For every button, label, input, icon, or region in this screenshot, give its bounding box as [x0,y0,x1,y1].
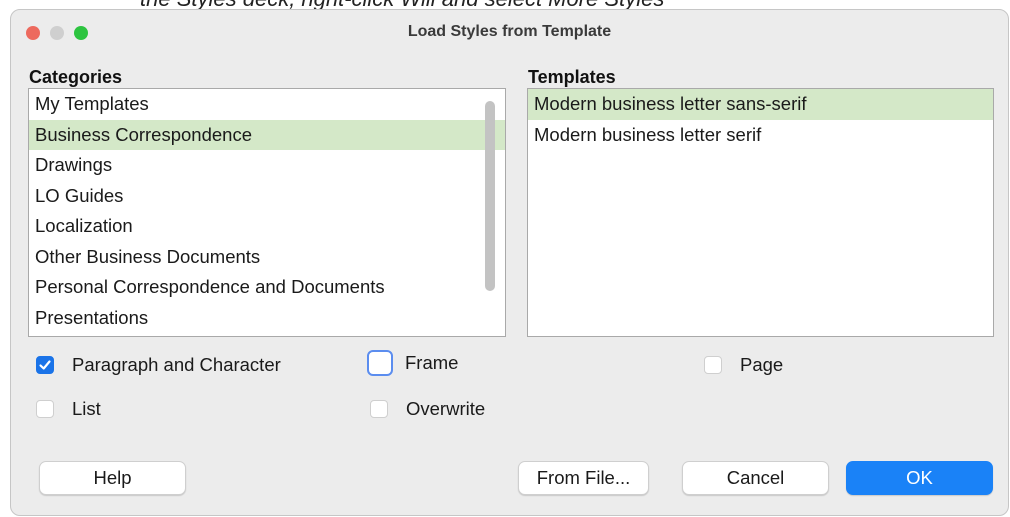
template-item-selected[interactable]: Modern business letter sans-serif [528,89,993,120]
frame-option[interactable]: Frame [367,350,458,376]
cancel-button[interactable]: Cancel [682,461,829,495]
paragraph-and-character-option[interactable]: Paragraph and Character [36,354,281,376]
paragraph-and-character-checkbox[interactable] [36,356,54,374]
dialog-title: Load Styles from Template [407,23,612,40]
category-item[interactable]: Drawings [29,150,505,181]
category-item-selected[interactable]: Business Correspondence [29,119,505,150]
overwrite-option[interactable]: Overwrite [370,398,485,420]
templates-label: Templates [528,67,616,87]
list-label: List [72,398,101,419]
load-styles-dialog: Load Styles from Template Categories My … [10,9,1009,516]
paragraph-and-character-label: Paragraph and Character [72,354,281,375]
ok-button[interactable]: OK [846,461,993,495]
templates-list[interactable]: Modern business letter sans-serif Modern… [527,88,994,337]
frame-checkbox[interactable] [367,350,393,376]
category-item[interactable]: Presentations [29,303,505,334]
category-item[interactable]: Personal Correspondence and Documents [29,272,505,303]
page-label: Page [740,354,784,375]
help-button[interactable]: Help [39,461,186,495]
categories-scrollbar[interactable] [485,101,495,291]
categories-label: Categories [29,67,123,87]
category-item[interactable]: Other Business Documents [29,242,505,273]
page-checkbox[interactable] [704,356,722,374]
overwrite-checkbox[interactable] [370,400,388,418]
title-bar: Load Styles from Template [11,10,1008,56]
list-option[interactable]: List [36,398,101,420]
category-item[interactable]: Localization [29,211,505,242]
category-item[interactable]: LO Guides [29,181,505,212]
categories-list[interactable]: My Templates Business Correspondence Dra… [28,88,506,337]
overwrite-label: Overwrite [406,398,486,419]
page-option[interactable]: Page [704,354,783,376]
frame-label: Frame [405,352,459,373]
template-item[interactable]: Modern business letter serif [528,120,993,151]
category-item[interactable]: My Templates [29,89,505,120]
checkmark-icon [39,360,51,370]
list-checkbox[interactable] [36,400,54,418]
from-file-button[interactable]: From File... [518,461,649,495]
